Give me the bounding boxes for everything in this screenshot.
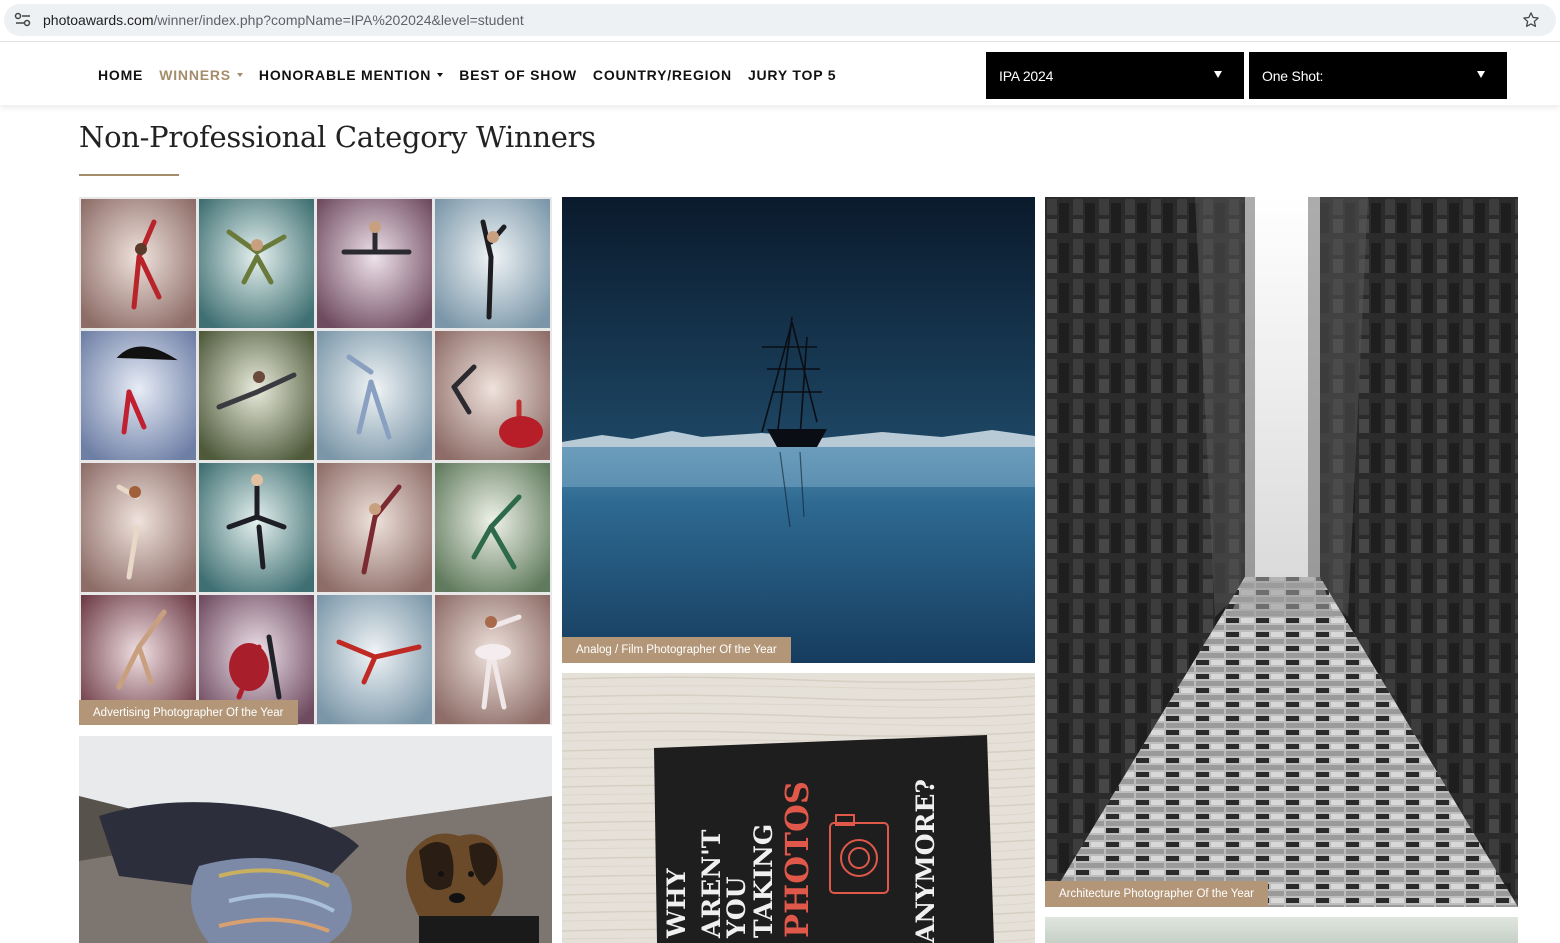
nav-jury-top-5[interactable]: JURY TOP 5 (748, 67, 836, 83)
chevron-down-icon (236, 73, 243, 77)
card-caption: Analog / Film Photographer Of the Year (562, 637, 791, 663)
architecture-corridor-image (1045, 197, 1518, 907)
nav-home-label: HOME (98, 67, 144, 83)
url-text[interactable]: photoawards.com/winner/index.php?compNam… (43, 12, 524, 28)
nav-best-of-show-label: BEST OF SHOW (459, 67, 577, 83)
competition-select-value: IPA 2024 (999, 67, 1054, 84)
nav-honorable-mention[interactable]: HONORABLE MENTION (258, 67, 444, 83)
browser-toolbar: photoawards.com/winner/index.php?compNam… (0, 0, 1560, 42)
site-settings-icon[interactable] (14, 12, 32, 28)
winner-card-advertising[interactable]: Advertising Photographer Of the Year (79, 197, 552, 725)
nav-best-of-show[interactable]: BEST OF SHOW (459, 67, 577, 83)
winner-card-analog[interactable]: Analog / Film Photographer Of the Year (562, 197, 1035, 663)
winner-card-dog[interactable] (79, 736, 552, 943)
shot-type-select[interactable]: One Shot: (1249, 52, 1507, 99)
card-caption: Advertising Photographer Of the Year (79, 700, 298, 725)
shot-type-select-value: One Shot: (1262, 67, 1324, 84)
nav-honorable-mention-label: HONORABLE MENTION (258, 67, 432, 83)
dropdown-arrow-icon (1477, 71, 1485, 78)
winner-card-partial[interactable] (1045, 917, 1518, 943)
winner-card-architecture[interactable]: Architecture Photographer Of the Year (1045, 197, 1518, 907)
dropdown-arrow-icon (1214, 71, 1222, 78)
sign-word-4: TAKING (749, 824, 778, 938)
nav-winners[interactable]: WINNERS (159, 67, 243, 83)
sign-word-5: PHOTOS (778, 781, 816, 938)
card-caption: Architecture Photographer Of the Year (1045, 881, 1268, 907)
bookmark-star-icon[interactable] (1522, 11, 1540, 29)
url-host: photoawards.com (43, 12, 154, 28)
competition-select[interactable]: IPA 2024 (986, 52, 1244, 99)
chevron-down-icon (437, 73, 444, 77)
sign-word-3: YOU (722, 876, 751, 939)
main-nav: HOME WINNERS HONORABLE MENTION BEST OF S… (98, 67, 852, 83)
nav-winners-label: WINNERS (159, 67, 231, 83)
sign-word-1: WHY (662, 867, 691, 939)
nav-jury-top-5-label: JURY TOP 5 (747, 67, 837, 83)
partial-image (1045, 917, 1518, 943)
sign-photo-image: WHY AREN'T YOU TAKING PHOTOS ANYMORE? (562, 673, 1035, 943)
dog-and-person-image (79, 736, 552, 943)
nav-country-region-label: COUNTRY/REGION (592, 67, 732, 83)
nav-home[interactable]: HOME (98, 67, 143, 83)
address-bar[interactable]: photoawards.com/winner/index.php?compNam… (4, 4, 1556, 36)
page-title: Non-Professional Category Winners (79, 120, 596, 154)
dance-collage-image (79, 197, 552, 725)
sign-word-6: ANYMORE? (911, 779, 940, 943)
nav-country-region[interactable]: COUNTRY/REGION (593, 67, 732, 83)
title-underline (79, 174, 179, 176)
ship-in-ice-image (562, 197, 1035, 663)
winner-card-sign[interactable]: WHY AREN'T YOU TAKING PHOTOS ANYMORE? (562, 673, 1035, 943)
url-path: /winner/index.php?compName=IPA%202024&le… (153, 12, 524, 28)
